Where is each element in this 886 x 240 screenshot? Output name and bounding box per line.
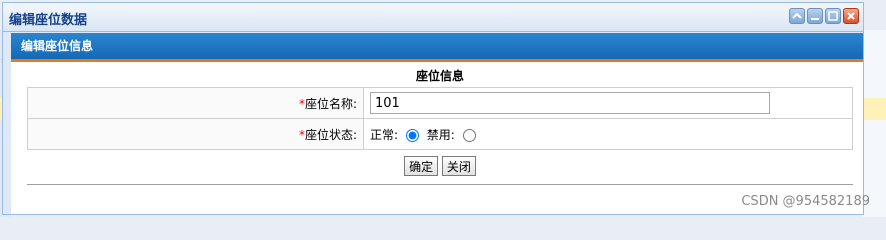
seat-status-label-cell: *座位状态: xyxy=(27,118,364,150)
seat-name-label: 座位名称: xyxy=(304,96,357,111)
button-row: 确定 关闭 xyxy=(27,150,853,185)
chevron-up-icon xyxy=(792,12,802,19)
edit-seat-dialog: 编辑座位数据 编辑座位信息 座位信息 *座位名称: 101 *座位状态: 正常:… xyxy=(2,2,864,215)
seat-name-label-cell: *座位名称: xyxy=(27,87,364,119)
table-row: *座位状态: 正常: 禁用: xyxy=(27,118,853,150)
minimize-button[interactable] xyxy=(807,8,823,24)
dialog-titlebar[interactable]: 编辑座位数据 xyxy=(3,3,863,32)
seat-form-table: *座位名称: *座位状态: 正常: 禁用: xyxy=(27,87,853,150)
seat-status-label: 座位状态: xyxy=(304,127,357,142)
close-window-button[interactable] xyxy=(843,8,859,24)
seat-name-input[interactable] xyxy=(370,92,770,114)
background-app-right xyxy=(862,30,886,217)
panel-header: 编辑座位信息 xyxy=(11,33,863,62)
close-icon xyxy=(847,12,855,20)
section-title: 座位信息 xyxy=(415,69,464,83)
maximize-button[interactable] xyxy=(825,8,841,24)
collapse-button[interactable] xyxy=(789,8,805,24)
minimize-icon xyxy=(811,18,819,20)
dialog-body: 编辑座位信息 座位信息 *座位名称: *座位状态: 正常 xyxy=(11,33,863,214)
close-button[interactable]: 关闭 xyxy=(441,156,476,176)
seat-name-value-cell xyxy=(363,87,853,119)
table-row: *座位名称: xyxy=(27,87,853,119)
form-content: 座位信息 *座位名称: *座位状态: 正常: xyxy=(27,65,853,185)
csdn-watermark: CSDN @954582189 xyxy=(741,194,870,209)
confirm-button[interactable]: 确定 xyxy=(404,156,439,176)
dialog-title: 编辑座位数据 xyxy=(9,13,88,28)
window-controls xyxy=(789,8,859,24)
background-highlight-row-right xyxy=(862,98,886,120)
status-normal-radio[interactable] xyxy=(405,128,419,142)
seat-status-value-cell: 正常: 禁用: xyxy=(363,118,853,150)
status-disabled-radio[interactable] xyxy=(462,128,476,142)
maximize-icon xyxy=(828,11,838,21)
status-disabled-label: 禁用: xyxy=(426,127,455,142)
status-normal-label: 正常: xyxy=(370,127,399,142)
